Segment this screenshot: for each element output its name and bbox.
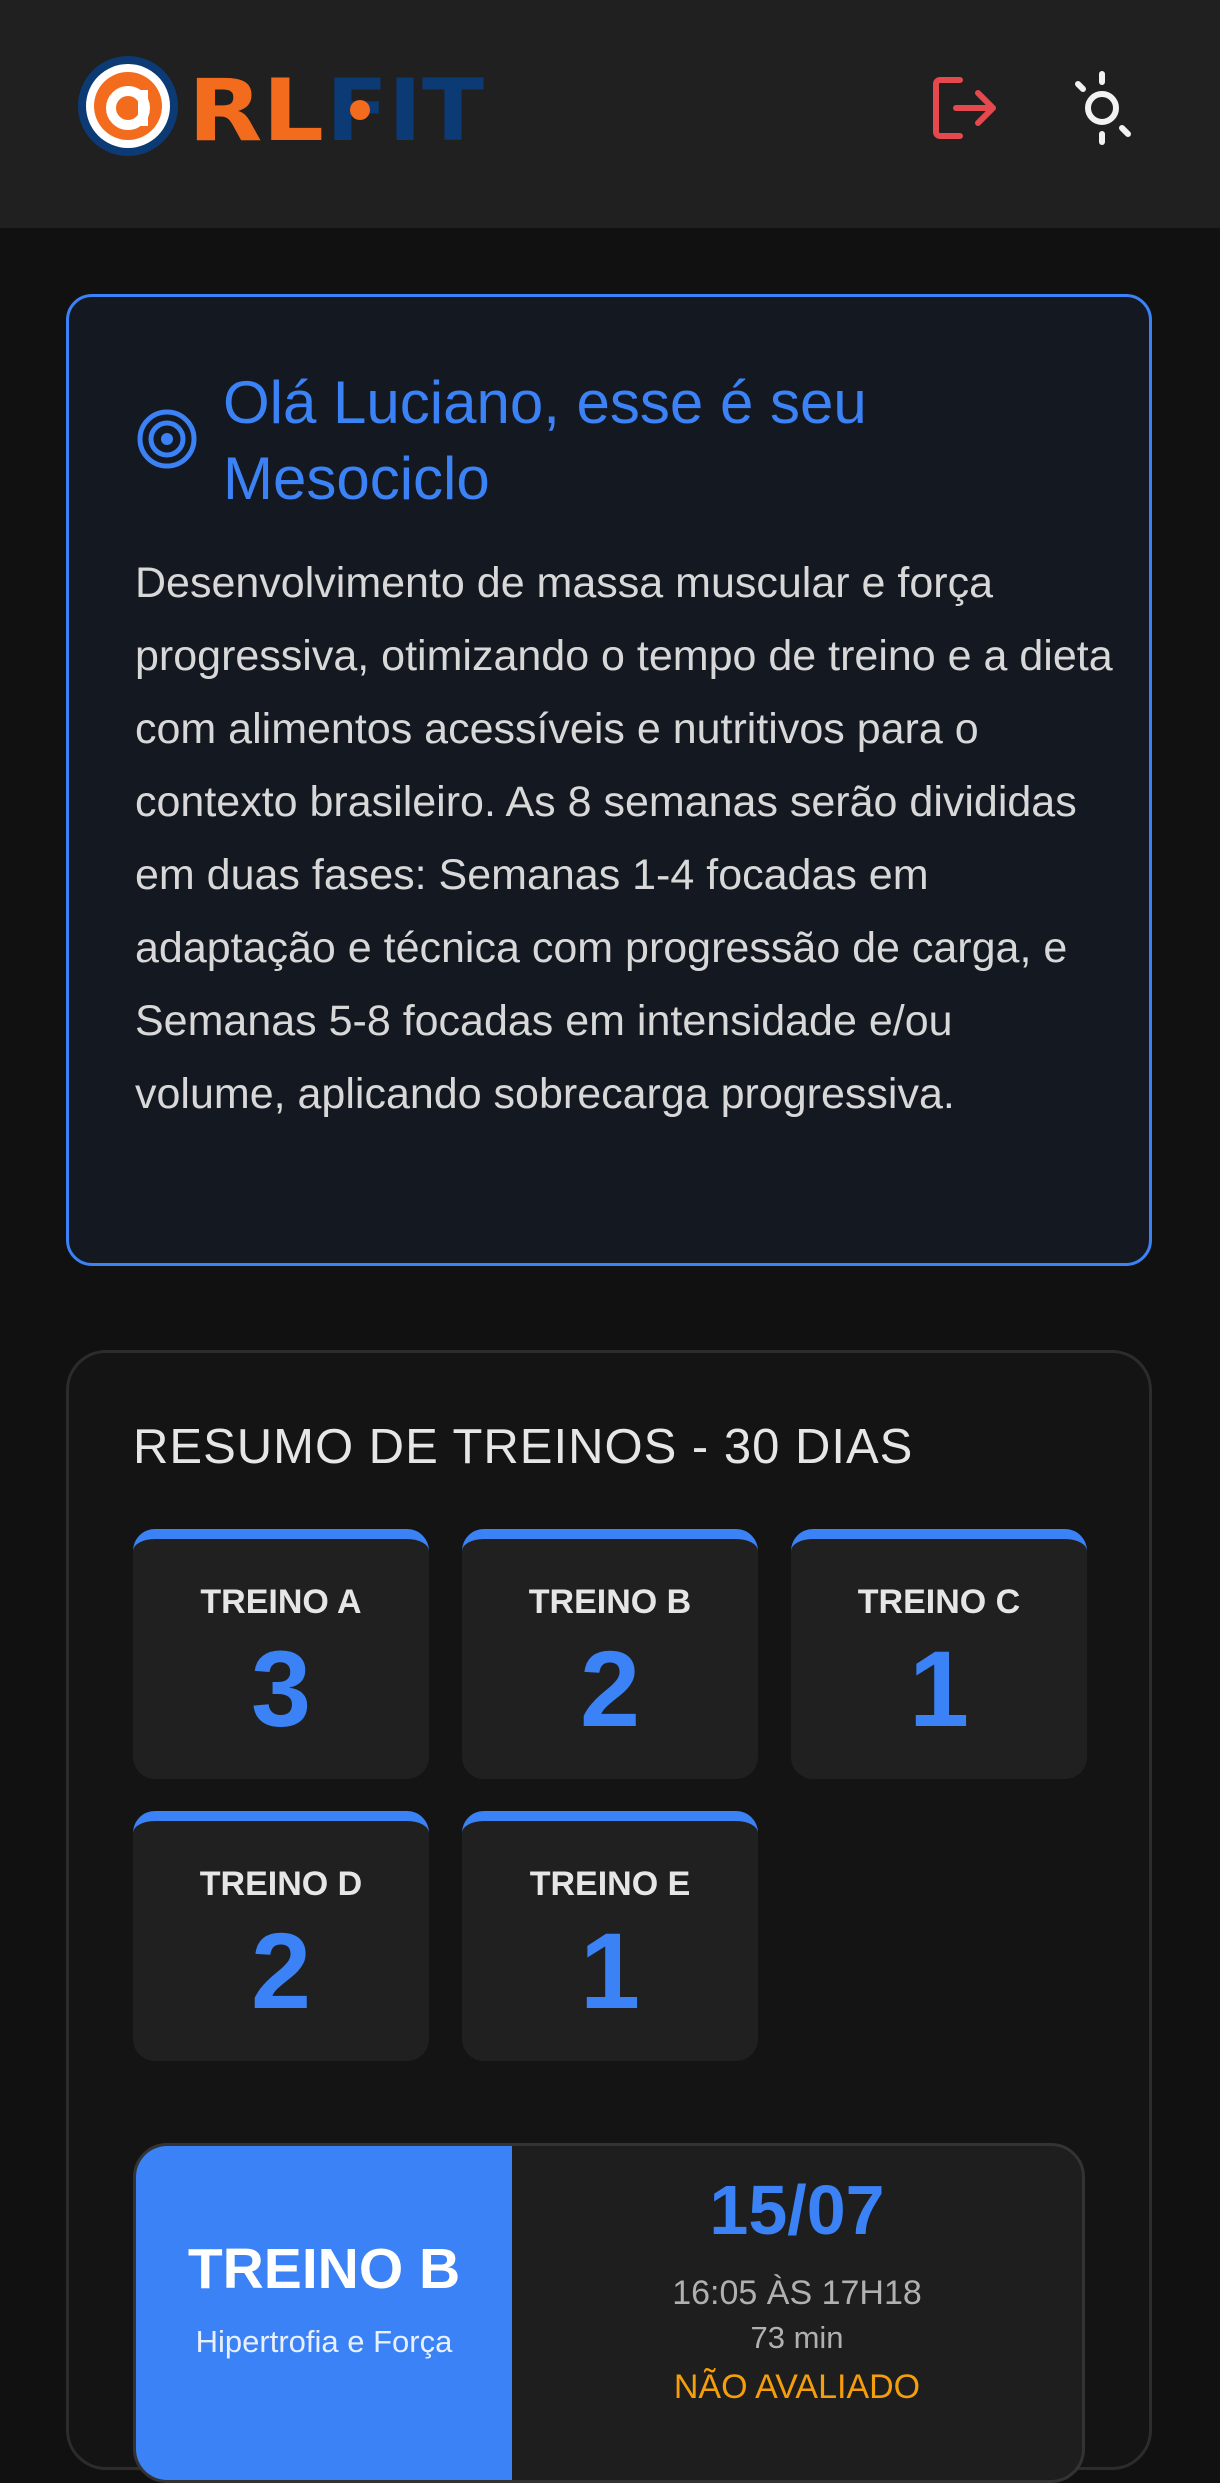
session-status-badge: NÃO AVALIADO: [673, 2368, 921, 2406]
stat-value: 2: [579, 1628, 641, 1749]
stat-value: 1: [908, 1628, 970, 1749]
stat-card-treino-d[interactable]: TREINO D 2: [133, 1811, 429, 2061]
theme-toggle-button[interactable]: [1064, 68, 1144, 148]
stat-card-treino-a[interactable]: TREINO A 3: [133, 1529, 429, 1779]
session-card[interactable]: TREINO B Hipertrofia e Força 15/07 16:05…: [133, 2143, 1085, 2483]
stat-label: TREINO D: [199, 1865, 363, 1903]
stat-card-treino-b[interactable]: TREINO B 2: [462, 1529, 758, 1779]
session-date: 15/07: [709, 2171, 885, 2249]
mesocycle-description: Desenvolvimento de massa muscular e forç…: [135, 559, 1113, 1118]
logout-icon: [933, 77, 996, 139]
stat-label: TREINO B: [528, 1583, 692, 1621]
svg-text:RL: RL: [188, 61, 324, 158]
stat-label: TREINO C: [857, 1583, 1021, 1621]
mesocycle-title: Olá Luciano, esse é seu Mesociclo: [223, 369, 867, 512]
session-duration: 73 min: [750, 2320, 844, 2355]
stat-label: TREINO E: [529, 1865, 691, 1903]
stat-label: TREINO A: [200, 1583, 362, 1621]
rlfit-logo[interactable]: RL FIT: [76, 54, 486, 161]
target-icon: [137, 409, 197, 469]
training-summary-card: RESUMO DE TREINOS - 30 DIAS TREINO A 3 T…: [66, 1350, 1152, 2483]
session-header-panel: TREINO B Hipertrofia e Força: [136, 2146, 512, 2480]
sun-icon: [1075, 71, 1131, 145]
session-name: TREINO B: [187, 2237, 461, 2301]
svg-text:FIT: FIT: [326, 61, 484, 158]
stat-value: 1: [579, 1910, 641, 2031]
stat-card-treino-c[interactable]: TREINO C 1: [791, 1529, 1087, 1779]
app-header: RL FIT: [0, 0, 1220, 228]
stat-card-treino-e[interactable]: TREINO E 1: [462, 1811, 758, 2061]
logout-button[interactable]: [926, 68, 1006, 148]
session-subtitle: Hipertrofia e Força: [195, 2324, 453, 2359]
session-time: 16:05 ÀS 17H18: [672, 2274, 922, 2312]
stat-value: 2: [250, 1910, 312, 2031]
summary-title: RESUMO DE TREINOS - 30 DIAS: [133, 1420, 914, 1474]
stat-value: 3: [250, 1628, 312, 1749]
mesocycle-card: Olá Luciano, esse é seu Mesociclo Desenv…: [66, 294, 1152, 1266]
